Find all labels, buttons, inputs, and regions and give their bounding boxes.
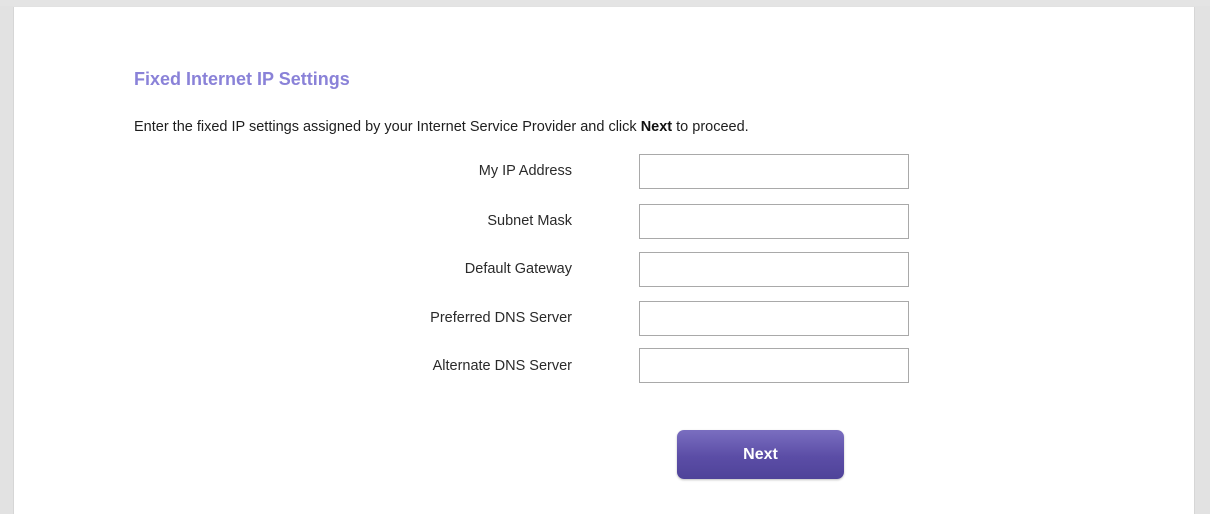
subnet-mask-label: Subnet Mask [487,213,572,229]
default-gateway-input[interactable] [639,252,909,287]
window-top-edge [0,0,1210,6]
instructions-suffix: to proceed. [672,119,749,135]
alternate-dns-label: Alternate DNS Server [432,358,572,374]
page-title: Fixed Internet IP Settings [134,69,350,89]
instructions-prefix: Enter the fixed IP settings assigned by … [134,119,641,135]
instructions-text: Enter the fixed IP settings assigned by … [134,119,749,135]
alternate-dns-input[interactable] [639,348,909,383]
preferred-dns-input[interactable] [639,301,909,336]
subnet-mask-input[interactable] [639,204,909,239]
ip-address-input[interactable] [639,154,909,189]
default-gateway-label: Default Gateway [464,261,572,277]
settings-panel: Fixed Internet IP Settings Enter the fix… [13,7,1195,514]
ip-address-label: My IP Address [478,163,572,179]
next-button[interactable]: Next [677,430,844,479]
instructions-emphasis: Next [640,119,673,135]
preferred-dns-label: Preferred DNS Server [430,310,572,326]
